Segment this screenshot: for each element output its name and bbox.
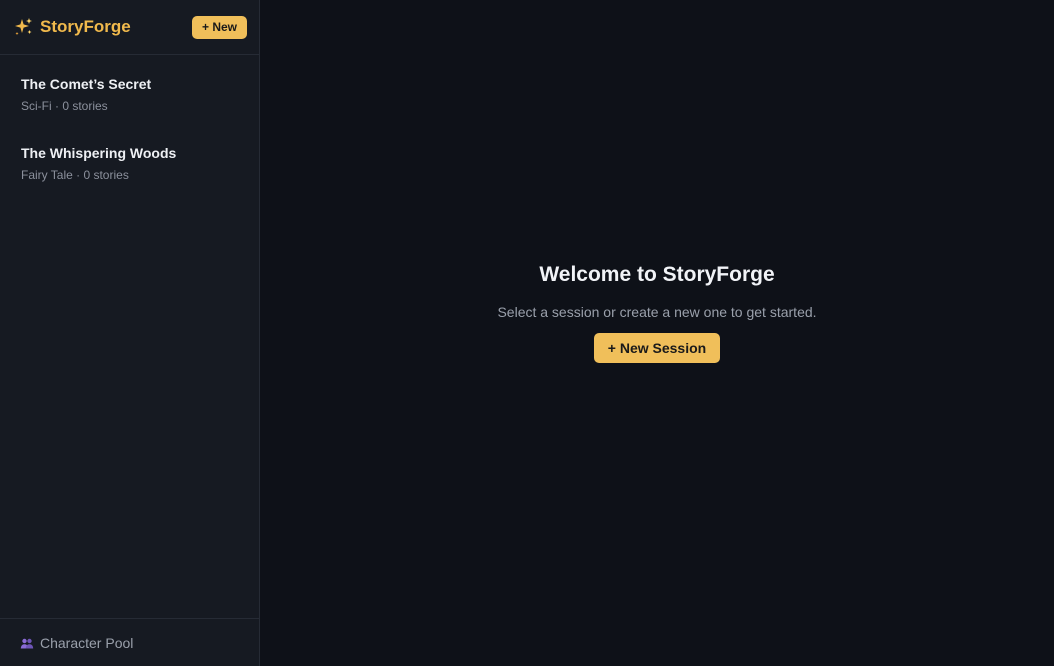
main-panel: Welcome to StoryForge Select a session o… [260, 0, 1054, 666]
character-pool-label: Character Pool [40, 634, 134, 651]
session-list: The Comet’s Secret Sci-Fi · 0 stories Th… [0, 55, 259, 618]
sparkles-icon [14, 17, 34, 37]
people-icon [20, 636, 34, 650]
app: StoryForge + New The Comet’s Secret Sci-… [0, 0, 1054, 666]
brand-name: StoryForge [40, 17, 131, 36]
sidebar-header: StoryForge + New [0, 0, 259, 55]
character-pool-link[interactable]: Character Pool [0, 618, 259, 666]
session-item[interactable]: The Comet’s Secret Sci-Fi · 0 stories [0, 64, 259, 124]
new-button[interactable]: + New [191, 15, 247, 39]
new-session-button[interactable]: + New Session [593, 333, 721, 363]
welcome-subtitle: Select a session or create a new one to … [497, 304, 817, 320]
session-meta: Sci-Fi · 0 stories [21, 99, 108, 113]
session-title: The Whispering Woods [21, 145, 177, 161]
sidebar: StoryForge + New The Comet’s Secret Sci-… [0, 0, 260, 666]
brand: StoryForge [14, 17, 131, 37]
session-meta: Fairy Tale · 0 stories [21, 168, 129, 182]
session-item[interactable]: The Whispering Woods Fairy Tale · 0 stor… [0, 133, 259, 193]
session-title: The Comet’s Secret [21, 76, 152, 92]
welcome-title: Welcome to StoryForge [539, 263, 775, 286]
